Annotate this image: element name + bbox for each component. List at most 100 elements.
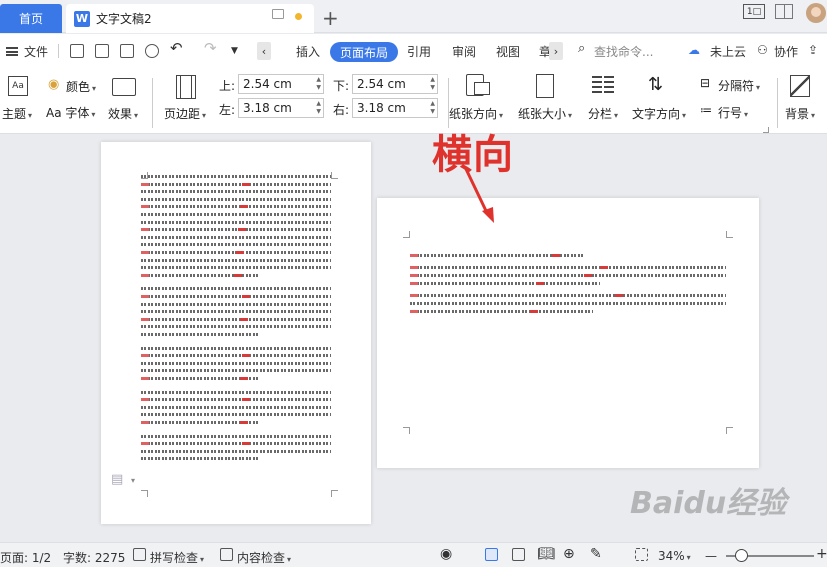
zoom-slider-knob[interactable] bbox=[735, 549, 748, 562]
write-mode-icon[interactable]: ✎ bbox=[590, 546, 602, 562]
spinner-arrows-icon[interactable]: ▲ ▼ bbox=[430, 76, 435, 92]
tab-review[interactable]: 审阅 bbox=[452, 43, 476, 60]
page-indicator[interactable]: 页面: 1/2 bbox=[0, 549, 51, 566]
text-line bbox=[141, 317, 331, 321]
background-button[interactable]: 背景 ▾ bbox=[785, 105, 815, 122]
text-line bbox=[141, 266, 331, 270]
right-margin-input[interactable]: 3.18 cm ▲ ▼ bbox=[352, 98, 438, 118]
effect-icon[interactable] bbox=[112, 78, 136, 96]
save-icon[interactable] bbox=[70, 44, 84, 58]
home-tab[interactable]: 首页 bbox=[0, 4, 62, 33]
text-line bbox=[141, 449, 331, 453]
quick-access-dropdown-icon[interactable]: ▼ bbox=[231, 46, 238, 56]
collaborate-icon[interactable]: ⚇ bbox=[757, 43, 768, 57]
highlight-mark bbox=[236, 251, 244, 254]
page-marker-dropdown-icon[interactable]: ▾ bbox=[131, 476, 135, 485]
command-search-input[interactable]: 查找命令... bbox=[594, 43, 653, 60]
page-view-icon[interactable] bbox=[485, 548, 498, 561]
unsaved-dot-icon bbox=[295, 13, 302, 20]
share-icon[interactable]: ⇪ bbox=[808, 43, 818, 57]
effect-button[interactable]: 效果 ▾ bbox=[108, 105, 138, 122]
text-line bbox=[141, 413, 331, 417]
theme-button[interactable]: 主题 ▾ bbox=[2, 105, 32, 122]
top-margin-input[interactable]: 2.54 cm ▲ ▼ bbox=[238, 74, 324, 94]
text-line bbox=[141, 175, 331, 178]
user-avatar[interactable] bbox=[806, 3, 826, 23]
content-check-icon bbox=[220, 548, 233, 561]
eye-protection-icon[interactable]: ◉ bbox=[440, 546, 452, 562]
cloud-status-button[interactable]: 未上云 bbox=[710, 43, 746, 60]
content-check-button[interactable]: 内容检查 ▾ bbox=[237, 549, 291, 566]
search-icon[interactable]: ⌕ bbox=[578, 41, 585, 56]
paper-size-button[interactable]: 纸张大小 ▾ bbox=[518, 105, 572, 122]
left-margin-input[interactable]: 3.18 cm ▲ ▼ bbox=[238, 98, 324, 118]
background-icon[interactable] bbox=[790, 75, 810, 97]
text-line bbox=[141, 205, 331, 209]
export-pdf-icon[interactable] bbox=[95, 44, 109, 58]
bottom-margin-input[interactable]: 2.54 cm ▲ ▼ bbox=[352, 74, 438, 94]
tabs-scroll-right-button[interactable]: › bbox=[549, 42, 563, 60]
spell-check-button[interactable]: 拼写检查 ▾ bbox=[150, 549, 204, 566]
divider bbox=[152, 78, 153, 128]
split-view-icon[interactable] bbox=[775, 4, 793, 19]
print-preview-icon[interactable] bbox=[145, 44, 159, 58]
font-button[interactable]: Aa 字体 ▾ bbox=[46, 104, 95, 121]
text-direction-button[interactable]: 文字方向 ▾ bbox=[632, 105, 686, 122]
fit-page-icon[interactable] bbox=[635, 548, 648, 561]
ribbon-expand-icon[interactable] bbox=[763, 127, 769, 133]
color-button[interactable]: 颜色 ▾ bbox=[66, 78, 96, 95]
collaborate-button[interactable]: 协作 bbox=[774, 43, 798, 60]
separator-button[interactable]: 分隔符 ▾ bbox=[718, 77, 760, 94]
landscape-page[interactable] bbox=[377, 198, 759, 468]
paper-size-icon[interactable] bbox=[536, 74, 554, 98]
theme-icon[interactable]: Aa bbox=[8, 76, 28, 96]
text-line bbox=[141, 354, 331, 358]
text-line bbox=[141, 182, 331, 186]
tab-page-layout[interactable]: 页面布局 bbox=[330, 42, 398, 62]
new-tab-button[interactable]: + bbox=[322, 6, 339, 30]
redo-icon[interactable]: ↷ bbox=[204, 39, 217, 57]
tab-view[interactable]: 视图 bbox=[496, 43, 520, 60]
menu-file[interactable]: 文件 bbox=[24, 43, 48, 60]
orientation-button[interactable]: 纸张方向 ▾ bbox=[449, 105, 503, 122]
line-numbers-button[interactable]: 行号 ▾ bbox=[718, 104, 748, 121]
outline-view-icon[interactable] bbox=[512, 548, 525, 561]
spinner-arrows-icon[interactable]: ▲ ▼ bbox=[316, 76, 321, 92]
zoom-level[interactable]: 34% ▾ bbox=[658, 549, 691, 563]
read-mode-icon[interactable]: 📖︎ bbox=[537, 546, 555, 562]
cloud-icon[interactable]: ☁ bbox=[688, 43, 700, 57]
margins-button[interactable]: 页边距 ▾ bbox=[164, 105, 206, 122]
undo-icon[interactable]: ↶ bbox=[170, 39, 183, 57]
top-margin-label: 上: bbox=[219, 79, 236, 93]
columns-button[interactable]: 分栏 ▾ bbox=[588, 105, 618, 122]
text-line bbox=[141, 213, 331, 216]
crop-mark bbox=[726, 427, 733, 434]
annotation-arrow-icon bbox=[464, 168, 494, 223]
web-view-icon[interactable]: ⊕ bbox=[563, 546, 575, 562]
text-direction-icon[interactable]: ⇅ bbox=[648, 74, 663, 95]
orientation-landscape-sub-icon bbox=[474, 82, 490, 95]
text-line bbox=[141, 235, 331, 239]
text-line bbox=[141, 243, 331, 247]
highlight-mark bbox=[241, 398, 250, 402]
page-marker-icon[interactable]: ▤ bbox=[111, 472, 123, 487]
portrait-page[interactable]: ▤ ▾ bbox=[101, 142, 371, 524]
spinner-arrows-icon[interactable]: ▲ ▼ bbox=[430, 100, 435, 116]
window-layout-icon[interactable]: 1□ bbox=[743, 4, 765, 19]
left-margin-label: 左: bbox=[219, 103, 236, 117]
document-title: 文字文稿2 bbox=[96, 12, 152, 26]
tabs-scroll-left-button[interactable]: ‹ bbox=[257, 42, 271, 60]
hamburger-menu-icon[interactable] bbox=[6, 47, 18, 56]
word-count[interactable]: 字数: 2275 bbox=[63, 549, 125, 566]
text-line bbox=[410, 302, 726, 305]
tab-reference[interactable]: 引用 bbox=[407, 43, 431, 60]
margins-icon[interactable] bbox=[176, 75, 196, 99]
tab-insert[interactable]: 插入 bbox=[296, 43, 320, 60]
monitor-icon[interactable] bbox=[272, 9, 284, 19]
spinner-arrows-icon[interactable]: ▲ ▼ bbox=[316, 100, 321, 116]
text-line bbox=[141, 346, 331, 350]
zoom-in-button[interactable]: + bbox=[816, 546, 827, 562]
print-icon[interactable] bbox=[120, 44, 134, 58]
zoom-out-button[interactable]: — bbox=[705, 549, 717, 563]
divider bbox=[777, 78, 778, 128]
